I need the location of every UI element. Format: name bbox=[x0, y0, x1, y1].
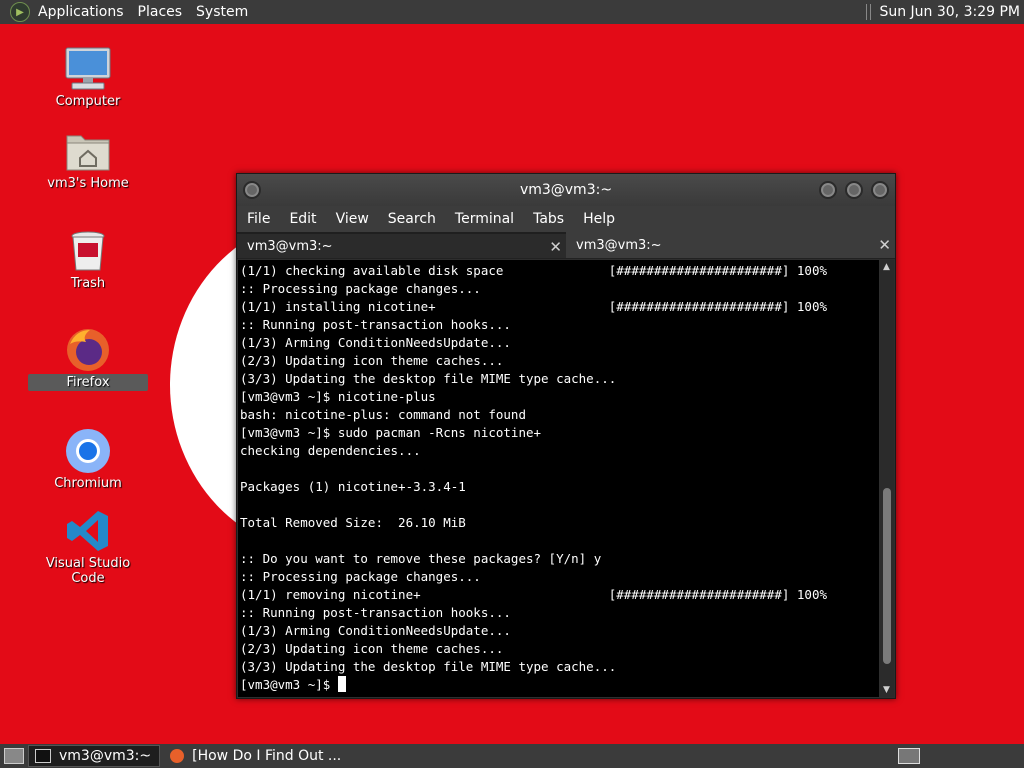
applications-menu[interactable]: Applications bbox=[38, 4, 124, 20]
top-panel: ▶ Applications Places System Sun Jun 30,… bbox=[0, 0, 1024, 24]
taskbar-item-firefox[interactable]: [How Do I Find Out ... bbox=[164, 746, 349, 766]
window-titlebar[interactable]: vm3@vm3:~ bbox=[237, 174, 895, 206]
tab-1[interactable]: vm3@vm3:~ ✕ bbox=[237, 232, 566, 258]
chromium-icon bbox=[64, 428, 112, 474]
menu-file[interactable]: File bbox=[247, 211, 270, 227]
menu-edit[interactable]: Edit bbox=[289, 211, 316, 227]
desktop-icon-chromium[interactable]: Chromium bbox=[28, 428, 148, 491]
terminal-line: (3/3) Updating the desktop file MIME typ… bbox=[240, 371, 617, 386]
menu-help[interactable]: Help bbox=[583, 211, 615, 227]
terminal-scrollbar[interactable]: ▲ ▼ bbox=[880, 260, 894, 697]
terminal-output[interactable]: (1/1) checking available disk space [###… bbox=[238, 260, 879, 697]
scroll-up-icon[interactable]: ▲ bbox=[883, 262, 890, 272]
close-tab-icon[interactable]: ✕ bbox=[878, 236, 891, 254]
window-title: vm3@vm3:~ bbox=[519, 182, 613, 198]
close-tab-icon[interactable]: ✕ bbox=[549, 238, 562, 256]
terminal-line: bash: nicotine-plus: command not found bbox=[240, 407, 526, 422]
tab-label: vm3@vm3:~ bbox=[247, 238, 333, 254]
computer-icon bbox=[64, 46, 112, 92]
bottom-panel: vm3@vm3:~ [How Do I Find Out ... bbox=[0, 744, 1024, 768]
menu-tabs[interactable]: Tabs bbox=[533, 211, 564, 227]
terminal-line: [vm3@vm3 ~]$ sudo pacman -Rcns nicotine+ bbox=[240, 425, 542, 440]
minimize-icon[interactable] bbox=[819, 181, 837, 199]
top-panel-right: Sun Jun 30, 3:29 PM bbox=[866, 4, 1020, 20]
terminal-window[interactable]: vm3@vm3:~ File Edit View Search Terminal… bbox=[236, 173, 896, 699]
workspace-switcher[interactable] bbox=[898, 748, 920, 764]
terminal-line: :: Processing package changes... bbox=[240, 281, 481, 296]
close-icon[interactable] bbox=[871, 181, 889, 199]
terminal-prompt: [vm3@vm3 ~]$ bbox=[240, 677, 338, 692]
desktop-icon-label: Chromium bbox=[54, 476, 122, 491]
places-menu[interactable]: Places bbox=[138, 4, 183, 20]
terminal-line: :: Do you want to remove these packages?… bbox=[240, 551, 602, 566]
terminal-line: (1/1) installing nicotine+ [############… bbox=[240, 299, 827, 314]
terminal-menubar: File Edit View Search Terminal Tabs Help bbox=[237, 206, 895, 232]
terminal-icon bbox=[35, 749, 51, 763]
desktop-icon-computer[interactable]: Computer bbox=[28, 46, 148, 109]
home-folder-icon bbox=[64, 128, 112, 174]
menu-view[interactable]: View bbox=[336, 211, 369, 227]
terminal-line: (3/3) Updating the desktop file MIME typ… bbox=[240, 659, 617, 674]
menu-search[interactable]: Search bbox=[388, 211, 436, 227]
task-label: vm3@vm3:~ bbox=[59, 748, 152, 764]
terminal-line: (1/1) removing nicotine+ [##############… bbox=[240, 587, 827, 602]
terminal-line: [vm3@vm3 ~]$ nicotine-plus bbox=[240, 389, 436, 404]
desktop-icon-firefox[interactable]: Firefox bbox=[28, 326, 148, 391]
system-menu[interactable]: System bbox=[196, 4, 248, 20]
terminal-line: :: Processing package changes... bbox=[240, 569, 481, 584]
panel-separator bbox=[866, 4, 872, 20]
menu-terminal[interactable]: Terminal bbox=[455, 211, 514, 227]
firefox-icon bbox=[170, 749, 185, 763]
desktop-icon-label: Trash bbox=[70, 276, 106, 291]
taskbar-item-terminal[interactable]: vm3@vm3:~ bbox=[28, 745, 161, 767]
maximize-icon[interactable] bbox=[845, 181, 863, 199]
terminal-line: (2/3) Updating icon theme caches... bbox=[240, 353, 504, 368]
terminal-line: (1/3) Arming ConditionNeedsUpdate... bbox=[240, 335, 511, 350]
desktop-icon-label: Visual Studio Code bbox=[45, 556, 131, 586]
show-desktop-icon[interactable] bbox=[4, 748, 24, 764]
terminal-line: :: Running post-transaction hooks... bbox=[240, 605, 511, 620]
desktop-icon-label: vm3's Home bbox=[47, 176, 129, 191]
task-label: [How Do I Find Out ... bbox=[192, 748, 342, 764]
terminal-line: (1/3) Arming ConditionNeedsUpdate... bbox=[240, 623, 511, 638]
desktop-icon-label: Firefox bbox=[28, 374, 148, 391]
terminal-line: :: Running post-transaction hooks... bbox=[240, 317, 511, 332]
terminal-tabs: vm3@vm3:~ ✕ vm3@vm3:~ ✕ bbox=[237, 232, 895, 259]
terminal-line: Total Removed Size: 26.10 MiB bbox=[240, 515, 466, 530]
terminal-cursor bbox=[337, 676, 346, 692]
firefox-icon bbox=[64, 326, 112, 372]
terminal-prompt-line: [vm3@vm3 ~]$ bbox=[240, 676, 879, 694]
tab-2[interactable]: vm3@vm3:~ ✕ bbox=[566, 232, 895, 258]
vscode-icon bbox=[64, 508, 112, 554]
terminal-line: Packages (1) nicotine+-3.3.4-1 bbox=[240, 479, 466, 494]
scrollbar-thumb[interactable] bbox=[883, 488, 891, 664]
terminal-line: (1/1) checking available disk space [###… bbox=[240, 263, 827, 278]
terminal-line: checking dependencies... bbox=[240, 443, 421, 458]
desktop-icon-label: Computer bbox=[55, 94, 121, 109]
desktop-icon-trash[interactable]: Trash bbox=[28, 228, 148, 291]
top-menu: ▶ Applications Places System bbox=[4, 2, 262, 22]
clock[interactable]: Sun Jun 30, 3:29 PM bbox=[879, 4, 1020, 20]
terminal-line: (2/3) Updating icon theme caches... bbox=[240, 641, 504, 656]
desktop-icon-vscode[interactable]: Visual Studio Code bbox=[28, 508, 148, 586]
distro-logo-icon[interactable]: ▶ bbox=[10, 2, 30, 22]
scroll-down-icon[interactable]: ▼ bbox=[883, 685, 890, 695]
trash-icon bbox=[64, 228, 112, 274]
desktop-icon-home[interactable]: vm3's Home bbox=[28, 128, 148, 191]
tab-label: vm3@vm3:~ bbox=[576, 237, 662, 253]
